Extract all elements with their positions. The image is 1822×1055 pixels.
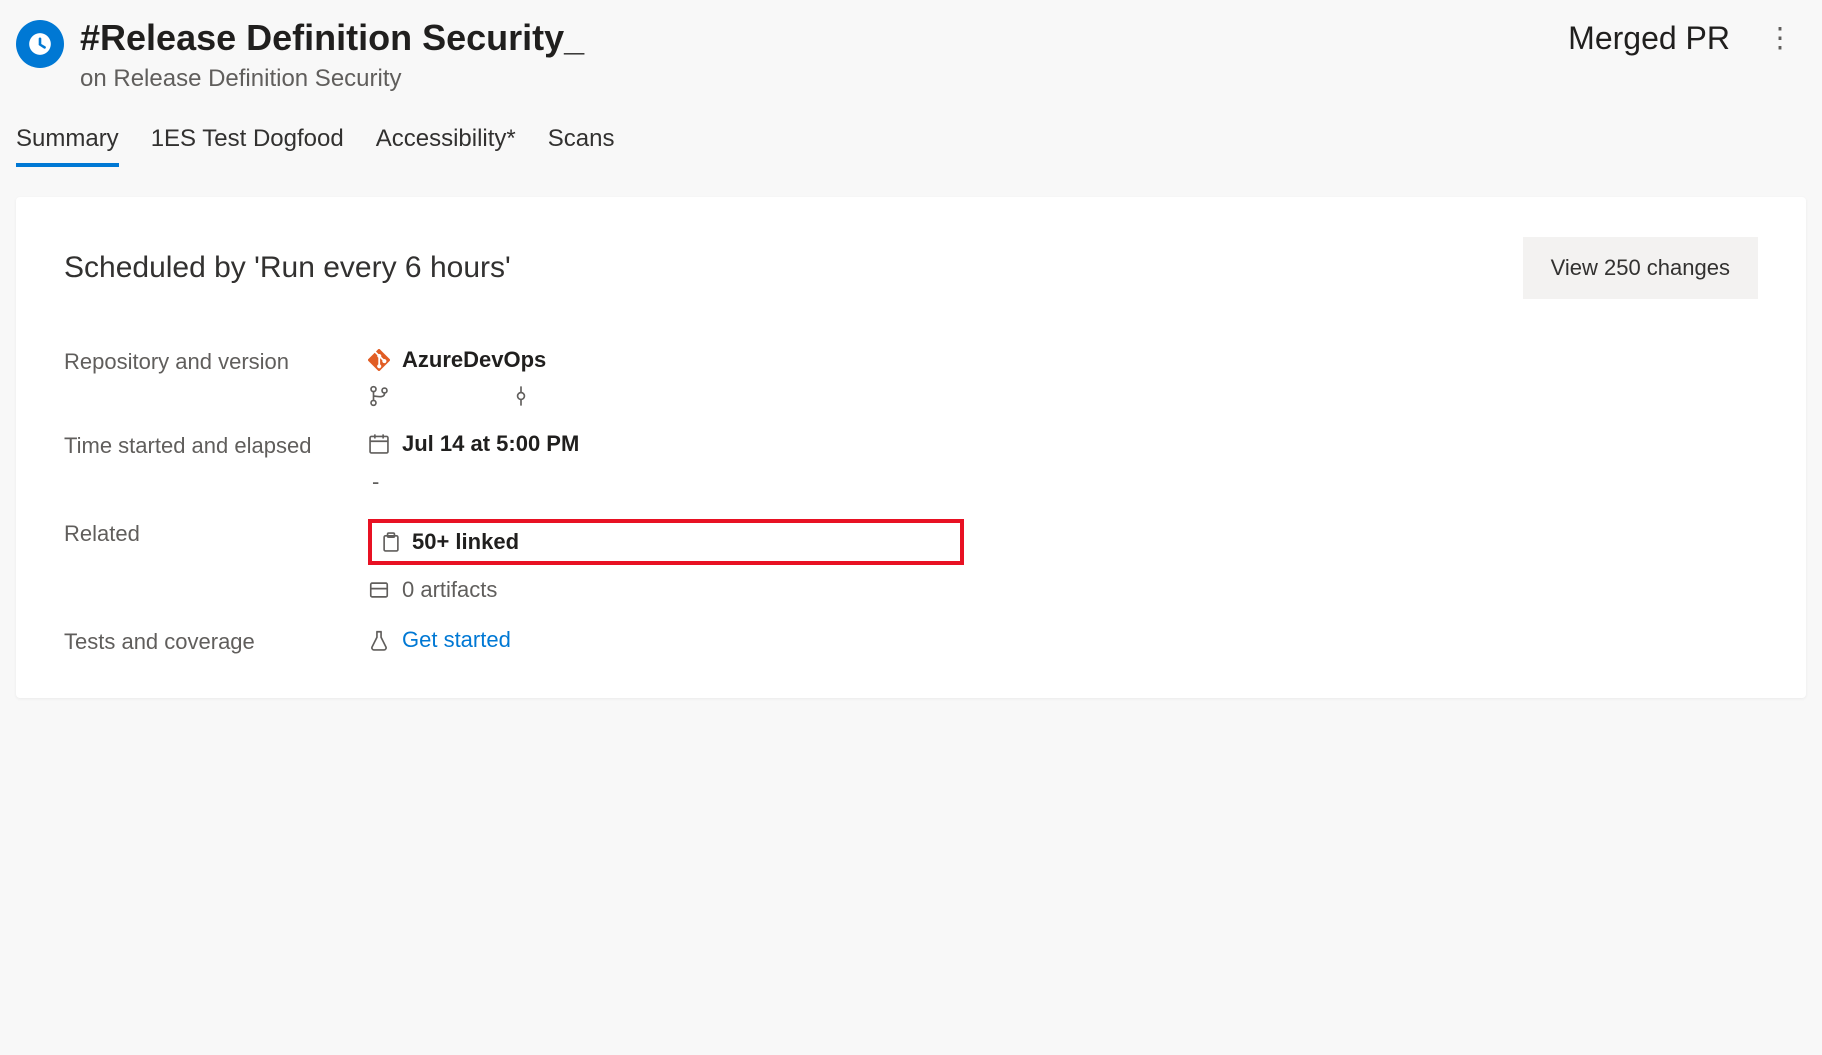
pipeline-subtitle: on Release Definition Security xyxy=(80,65,584,93)
git-repo-icon xyxy=(368,349,390,371)
commit-icon[interactable] xyxy=(510,385,532,407)
header-left: #Release Definition Security_ on Release… xyxy=(16,16,584,93)
title-block: #Release Definition Security_ on Release… xyxy=(80,16,584,93)
tests-coverage-value: Get started xyxy=(368,627,964,658)
time-value: Jul 14 at 5:00 PM - xyxy=(368,431,964,495)
merged-pr-label: Merged PR xyxy=(1568,20,1730,57)
page-header: #Release Definition Security_ on Release… xyxy=(16,16,1806,93)
repo-version-value: AzureDevOps xyxy=(368,347,964,407)
view-changes-button[interactable]: View 250 changes xyxy=(1523,237,1758,299)
time-started-text: Jul 14 at 5:00 PM xyxy=(402,431,579,457)
repo-version-label: Repository and version xyxy=(64,347,344,407)
header-right: Merged PR ⋮ xyxy=(1568,16,1806,60)
work-item-icon xyxy=(380,531,402,553)
repo-name: AzureDevOps xyxy=(402,347,546,373)
repo-row[interactable]: AzureDevOps xyxy=(368,347,964,373)
get-started-link[interactable]: Get started xyxy=(402,627,511,653)
linked-items-highlight: 50+ linked xyxy=(368,519,964,565)
calendar-icon xyxy=(368,433,390,455)
more-actions-button[interactable]: ⋮ xyxy=(1754,16,1806,60)
status-in-progress-icon xyxy=(16,20,64,68)
tab-bar: Summary 1ES Test Dogfood Accessibility* … xyxy=(16,117,1806,165)
tab-summary[interactable]: Summary xyxy=(16,117,119,165)
tab-1es-test-dogfood[interactable]: 1ES Test Dogfood xyxy=(151,117,344,165)
tests-row: Get started xyxy=(368,627,964,653)
time-row: Jul 14 at 5:00 PM xyxy=(368,431,964,457)
linked-items-link[interactable]: 50+ linked xyxy=(412,529,519,555)
branch-commit-row xyxy=(368,385,964,407)
related-label: Related xyxy=(64,519,344,603)
summary-card: Scheduled by 'Run every 6 hours' View 25… xyxy=(16,197,1806,698)
related-value: 50+ linked 0 artifacts xyxy=(368,519,964,603)
elapsed-placeholder: - xyxy=(368,469,964,495)
tab-accessibility[interactable]: Accessibility* xyxy=(376,117,516,165)
card-header: Scheduled by 'Run every 6 hours' View 25… xyxy=(64,237,1758,299)
branch-icon[interactable] xyxy=(368,385,390,407)
tab-scans[interactable]: Scans xyxy=(548,117,615,165)
details-grid: Repository and version AzureDevOps Time … xyxy=(64,347,964,658)
scheduled-by-text: Scheduled by 'Run every 6 hours' xyxy=(64,251,511,285)
page-title: #Release Definition Security_ xyxy=(80,16,584,59)
artifacts-row[interactable]: 0 artifacts xyxy=(368,577,964,603)
artifact-icon xyxy=(368,579,390,601)
flask-icon xyxy=(368,629,390,651)
tests-coverage-label: Tests and coverage xyxy=(64,627,344,658)
artifacts-text: 0 artifacts xyxy=(402,577,497,603)
time-label: Time started and elapsed xyxy=(64,431,344,495)
